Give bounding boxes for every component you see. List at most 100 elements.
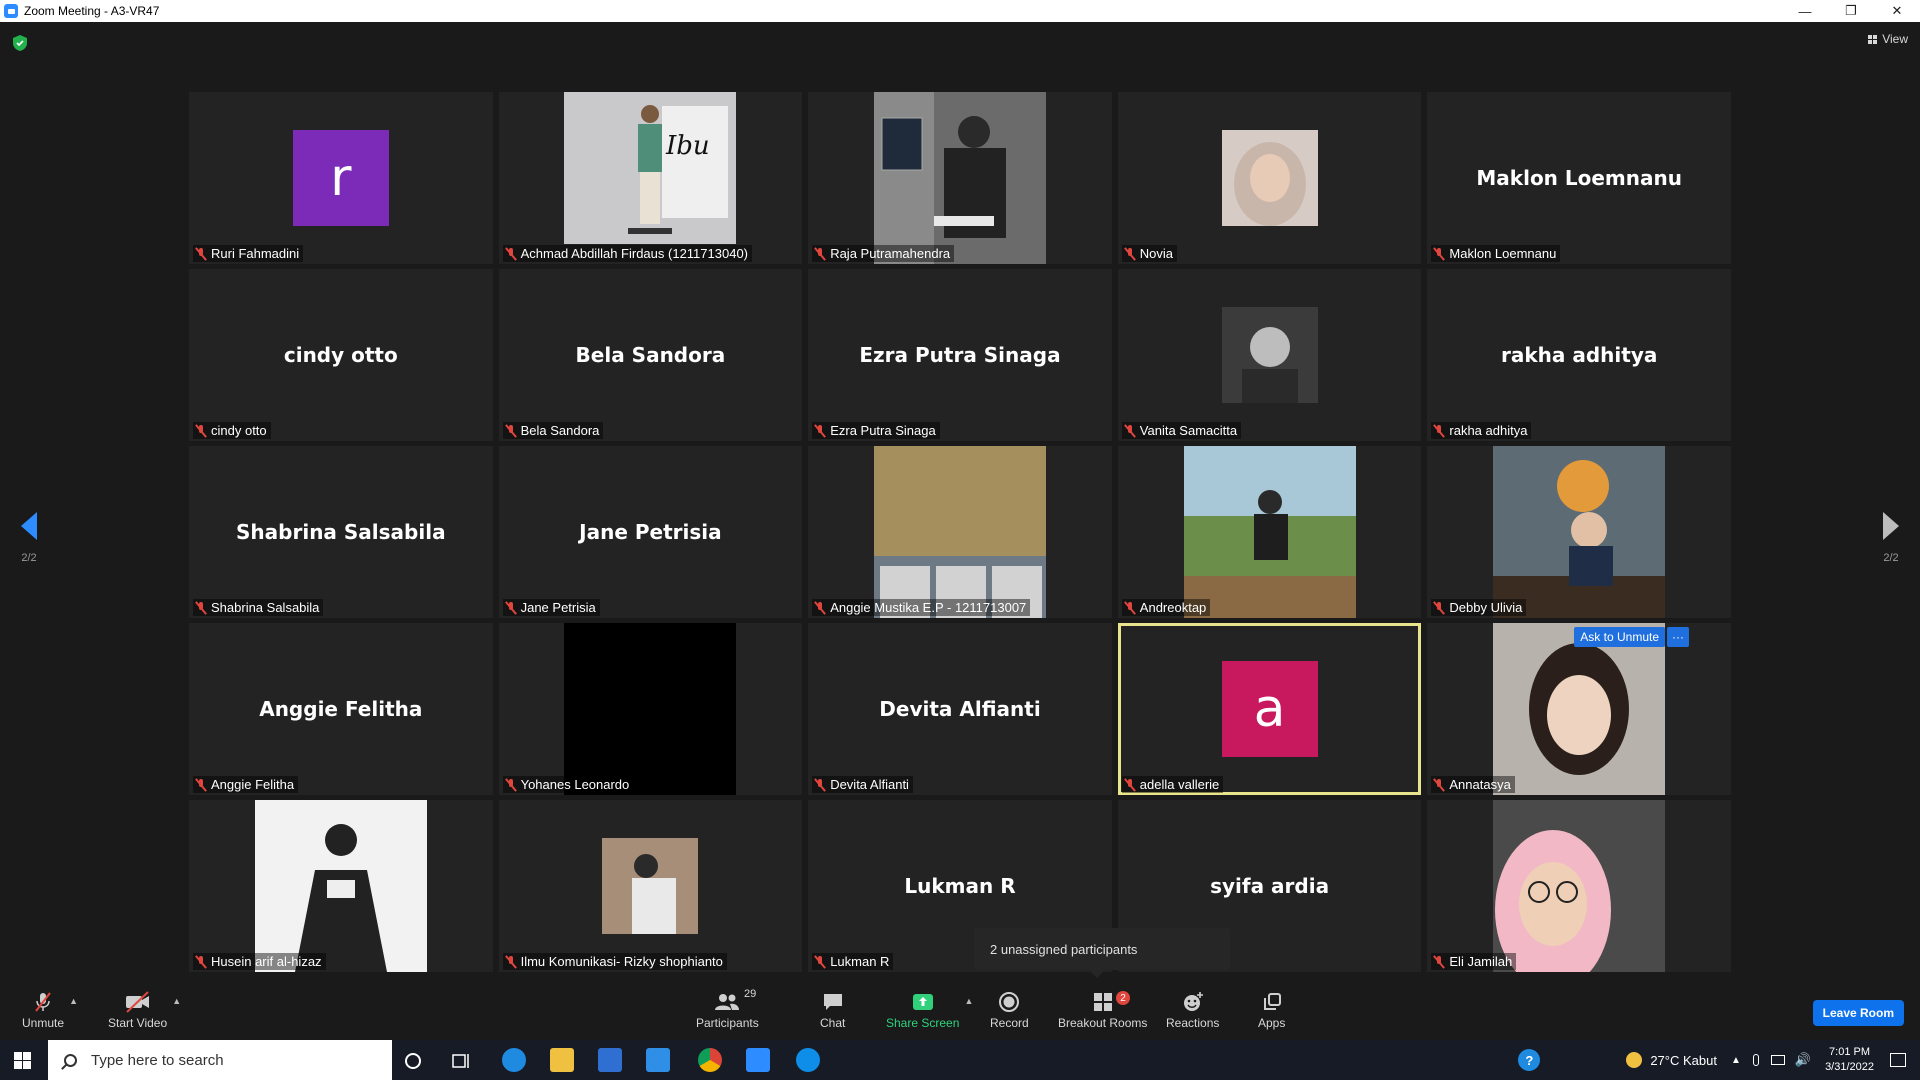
participants-button[interactable]: 29 Participants: [696, 988, 759, 1030]
taskbar-search-box[interactable]: Type here to search: [48, 1040, 392, 1080]
participant-tile[interactable]: Anggie Mustika E.P - 1211713007: [808, 446, 1112, 618]
participant-tile[interactable]: Maklon Loemnanu Maklon Loemnanu: [1427, 92, 1731, 264]
view-button[interactable]: View: [1868, 32, 1908, 46]
microphone-icon[interactable]: [1752, 1054, 1759, 1066]
participant-tile[interactable]: Annatasya Ask to Unmute ···: [1427, 623, 1731, 795]
more-options-button[interactable]: ···: [1667, 627, 1689, 647]
participant-display-name: Bela Sandora: [575, 343, 726, 367]
participant-tile[interactable]: Andreoktap: [1117, 446, 1422, 618]
file-explorer-icon[interactable]: [550, 1048, 574, 1072]
view-label: View: [1882, 32, 1908, 46]
weather-icon[interactable]: [1626, 1052, 1643, 1068]
participants-icon: [713, 988, 741, 1016]
unmute-label: Unmute: [22, 1016, 65, 1030]
network-icon[interactable]: [1770, 1055, 1785, 1065]
participant-tile[interactable]: cindy otto cindy otto: [189, 269, 493, 441]
audio-options-caret-icon[interactable]: ▲: [69, 996, 78, 1006]
meeting-toolbar: Unmute ▲ Start Video ▲ 29 Participants C…: [0, 984, 1920, 1040]
weather-text[interactable]: 27°C Kabut: [1650, 1053, 1717, 1068]
participant-tile[interactable]: Ilmu Komunikasi- Rizky shophianto: [498, 800, 803, 972]
participant-tile[interactable]: Devita Alfianti Devita Alfianti: [808, 623, 1112, 795]
chat-button[interactable]: Chat: [820, 988, 845, 1030]
participant-name: Shabrina Salsabila: [211, 600, 320, 615]
participant-tile[interactable]: rakha adhitya rakha adhitya: [1427, 269, 1731, 441]
participant-tile[interactable]: Yohanes Leonardo: [498, 623, 803, 795]
participant-video-image: Ibu: [564, 92, 737, 244]
participant-tile[interactable]: Husein arif al-hizaz: [189, 800, 493, 972]
participant-tile[interactable]: Novia: [1117, 92, 1422, 264]
next-page-button[interactable]: 2/2: [1876, 512, 1906, 564]
security-shield-icon[interactable]: [12, 34, 28, 52]
volume-icon[interactable]: 🔊: [1795, 1052, 1811, 1068]
participant-tile[interactable]: Vanita Samacitta: [1117, 269, 1422, 441]
breakout-rooms-button[interactable]: 2 Breakout Rooms: [1058, 988, 1147, 1030]
record-button[interactable]: Record: [990, 988, 1029, 1030]
edge-browser-icon[interactable]: [502, 1048, 526, 1072]
reactions-button[interactable]: Reactions: [1166, 988, 1219, 1030]
participant-display-name: Lukman R: [904, 874, 1016, 898]
participant-name: Raja Putramahendra: [830, 246, 951, 261]
participant-display-name: Maklon Loemnanu: [1476, 166, 1682, 190]
restore-button[interactable]: ❐: [1828, 0, 1874, 22]
participant-tile[interactable]: Ezra Putra Sinaga Ezra Putra Sinaga: [808, 269, 1112, 441]
participant-name: Devita Alfianti: [830, 777, 909, 792]
taskbar-clock[interactable]: 7:01 PM 3/31/2022: [1825, 1045, 1874, 1075]
minimize-button[interactable]: —: [1782, 0, 1828, 22]
previous-page-button[interactable]: 2/2: [14, 512, 44, 564]
clock-date: 3/31/2022: [1825, 1061, 1874, 1073]
participant-name-label: Bela Sandora: [502, 422, 604, 439]
mic-muted-icon: [31, 988, 55, 1016]
participant-tile[interactable]: Shabrina Salsabila Shabrina Salsabila: [189, 446, 493, 618]
mic-muted-icon: [1433, 424, 1445, 438]
participant-tile[interactable]: Ibu Achmad Abdillah Firdaus (1211713040): [498, 92, 803, 264]
share-screen-button[interactable]: Share Screen ▲: [886, 988, 973, 1030]
participant-tile[interactable]: Jane Petrisia Jane Petrisia: [498, 446, 803, 618]
avatar: a: [1221, 661, 1318, 757]
microsoft-store-icon[interactable]: [598, 1048, 622, 1072]
participant-tile[interactable]: Debby Ulivia: [1427, 446, 1731, 618]
leave-room-button[interactable]: Leave Room: [1812, 1000, 1904, 1026]
teamviewer-icon[interactable]: [796, 1048, 820, 1072]
participant-name-label: Yohanes Leonardo: [502, 776, 634, 793]
mail-icon[interactable]: [646, 1048, 670, 1072]
task-view-icon[interactable]: [452, 1052, 472, 1070]
ask-to-unmute-button[interactable]: Ask to Unmute: [1574, 627, 1665, 647]
mic-muted-icon: [1124, 601, 1136, 615]
close-button[interactable]: ✕: [1874, 0, 1920, 22]
participant-tile[interactable]: a adella vallerie: [1117, 623, 1422, 795]
windows-start-icon[interactable]: [14, 1052, 31, 1069]
help-icon[interactable]: ?: [1518, 1049, 1541, 1071]
participant-tile[interactable]: Raja Putramahendra: [808, 92, 1112, 264]
participant-name-label: Debby Ulivia: [1431, 599, 1527, 616]
participant-tile[interactable]: Bela Sandora Bela Sandora: [498, 269, 803, 441]
share-options-caret-icon[interactable]: ▲: [964, 996, 973, 1006]
apps-button[interactable]: Apps: [1258, 988, 1285, 1030]
mic-muted-icon: [814, 778, 826, 792]
notifications-icon[interactable]: [1890, 1053, 1906, 1067]
video-gallery-grid: r Ruri Fahmadini Ibu Achmad Abdillah Firdau…: [189, 92, 1731, 972]
participant-tile[interactable]: Anggie Felitha Anggie Felitha: [189, 623, 493, 795]
unmute-button[interactable]: Unmute ▲: [22, 988, 78, 1030]
zoom-taskbar-icon[interactable]: [746, 1048, 770, 1072]
mic-muted-icon: [505, 778, 517, 792]
show-hidden-icons-icon[interactable]: ▲: [1731, 1055, 1741, 1066]
participant-tile[interactable]: r Ruri Fahmadini: [189, 92, 493, 264]
tooltip-text: 2 unassigned participants: [990, 941, 1138, 957]
participant-name-label: Devita Alfianti: [812, 776, 913, 793]
participant-video-image: [602, 838, 699, 934]
windows-taskbar: Type here to search ? 27°C Kabut ▲ 🔊 7:0…: [0, 1040, 1920, 1080]
video-off-icon: [124, 988, 152, 1016]
start-video-button[interactable]: Start Video ▲: [108, 988, 181, 1030]
participant-name: adella vallerie: [1139, 777, 1220, 792]
reactions-label: Reactions: [1166, 1016, 1220, 1030]
participant-tile[interactable]: Eli Jamilah: [1427, 800, 1731, 972]
chrome-icon[interactable]: [698, 1048, 722, 1072]
clock-time: 7:01 PM: [1829, 1046, 1871, 1058]
cortana-icon[interactable]: [404, 1052, 422, 1070]
video-options-caret-icon[interactable]: ▲: [172, 996, 181, 1006]
participant-name: Eli Jamilah: [1449, 954, 1513, 969]
participant-name-label: Husein arif al-hizaz: [193, 953, 326, 970]
arrow-right-icon: [1883, 512, 1899, 540]
mic-muted-icon: [1124, 778, 1136, 792]
participant-name-label: Eli Jamilah: [1431, 953, 1517, 970]
